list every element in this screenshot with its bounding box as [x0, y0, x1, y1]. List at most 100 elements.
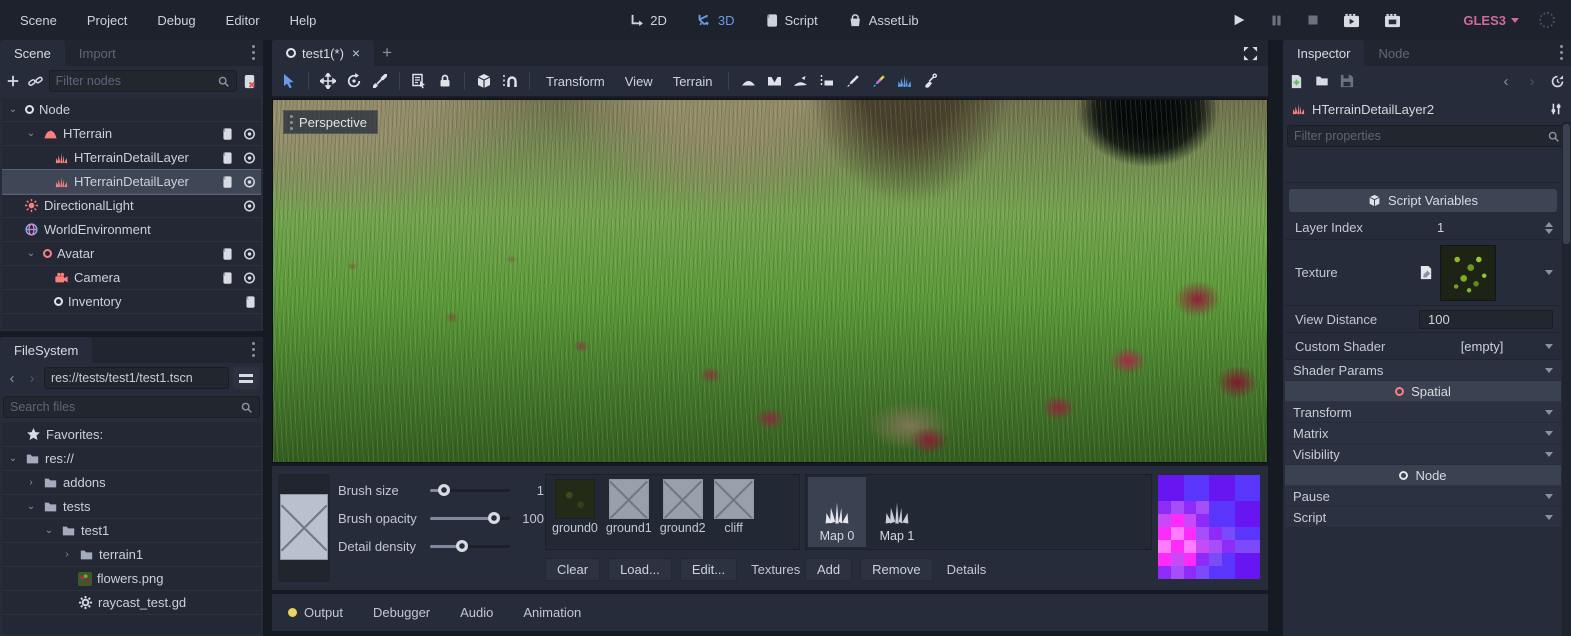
menu-scene[interactable]: Scene	[20, 13, 57, 28]
history-forward-icon[interactable]: ›	[24, 370, 40, 387]
eye-icon[interactable]	[242, 175, 257, 189]
expand-viewport-icon[interactable]	[1243, 46, 1258, 61]
save-resource-icon[interactable]	[1340, 74, 1354, 88]
tab-filesystem[interactable]: FileSystem	[0, 337, 92, 363]
collapse-arrow-icon[interactable]: ⌄	[6, 104, 20, 115]
workspace-assetlib[interactable]: AssetLib	[848, 13, 919, 28]
tree-row-directionallight[interactable]: DirectionalLight	[2, 194, 261, 218]
new-resource-icon[interactable]	[1289, 74, 1304, 89]
texture-item-ground2[interactable]: ground2	[660, 479, 706, 535]
remove-button[interactable]: Remove	[860, 558, 932, 581]
snap-icon[interactable]	[497, 68, 523, 94]
list-select-icon[interactable]	[406, 68, 432, 94]
workspace-script[interactable]: Script	[764, 13, 817, 28]
fs-row-tests[interactable]: ⌄ tests	[2, 495, 261, 519]
scale-tool-icon[interactable]	[367, 68, 393, 94]
dock-menu-icon[interactable]	[246, 43, 261, 62]
history-back-icon[interactable]: ‹	[1498, 73, 1514, 90]
fs-row-flowers-png[interactable]: flowers.png	[2, 567, 261, 591]
fs-row-terrain1[interactable]: › terrain1	[2, 543, 261, 567]
chevron-down-icon[interactable]	[1545, 344, 1553, 349]
color-tool-icon[interactable]	[865, 68, 891, 94]
perspective-menu[interactable]: Perspective	[283, 110, 378, 134]
section-script[interactable]: Script	[1285, 507, 1561, 528]
expand-arrow-icon[interactable]: ›	[24, 477, 38, 488]
layer-index-value[interactable]: 1	[1419, 220, 1444, 235]
brush-opacity-slider[interactable]	[430, 511, 510, 525]
clear-button[interactable]: Clear	[545, 558, 600, 581]
script-icon[interactable]	[244, 295, 257, 309]
grass-tool-icon[interactable]	[891, 68, 917, 94]
dock-menu-icon[interactable]	[1554, 43, 1569, 62]
section-pause[interactable]: Pause	[1285, 486, 1561, 507]
play-icon[interactable]	[1232, 13, 1246, 27]
3d-viewport[interactable]: Perspective	[272, 99, 1268, 463]
details-button[interactable]: Details	[941, 559, 993, 580]
edit-button[interactable]: Edit...	[680, 558, 737, 581]
lock-icon[interactable]	[432, 68, 458, 94]
filter-properties-input[interactable]	[1294, 129, 1547, 143]
tab-scene[interactable]: Scene	[0, 40, 65, 66]
tree-row-camera[interactable]: Camera	[2, 266, 261, 290]
fs-row-favorites[interactable]: Favorites:	[2, 423, 261, 447]
section-matrix[interactable]: Matrix	[1285, 423, 1561, 444]
script-icon[interactable]	[221, 151, 234, 165]
object-tools-icon[interactable]	[1549, 102, 1563, 116]
edit-resource-icon[interactable]	[1419, 265, 1434, 280]
section-visibility[interactable]: Visibility	[1285, 444, 1561, 465]
tree-row-detaillayer2-selected[interactable]: HTerrainDetailLayer	[2, 170, 261, 194]
texture-resource-thumbnail[interactable]	[1440, 245, 1496, 301]
history-forward-icon[interactable]: ›	[1524, 73, 1540, 90]
script-variables-header[interactable]: Script Variables	[1289, 189, 1557, 212]
detail-density-slider[interactable]	[430, 539, 510, 553]
smooth-tool-icon[interactable]	[787, 68, 813, 94]
load-button[interactable]: Load...	[608, 558, 672, 581]
pause-icon[interactable]	[1270, 14, 1283, 27]
section-transform[interactable]: Transform	[1285, 402, 1561, 423]
eye-icon[interactable]	[242, 127, 257, 141]
tab-node[interactable]: Node	[1364, 40, 1423, 66]
display-mode-button[interactable]	[233, 367, 259, 389]
fs-row-res[interactable]: ⌄ res://	[2, 447, 261, 471]
brush-shape-list[interactable]	[278, 474, 330, 582]
renderer-select[interactable]: GLES3	[1463, 0, 1519, 40]
tab-audio[interactable]: Audio	[460, 605, 493, 620]
script-icon[interactable]	[221, 247, 234, 261]
view-menu[interactable]: View	[615, 74, 663, 89]
play-custom-scene-icon[interactable]	[1384, 13, 1401, 28]
script-icon[interactable]	[221, 271, 234, 285]
expand-arrow-icon[interactable]: ›	[60, 549, 74, 560]
raise-tool-icon[interactable]	[735, 68, 761, 94]
move-tool-icon[interactable]	[315, 68, 341, 94]
brush-shape-item[interactable]	[280, 494, 328, 560]
collapse-arrow-icon[interactable]: ⌄	[42, 525, 56, 536]
filter-nodes-input[interactable]	[56, 74, 217, 88]
tree-row-worldenvironment[interactable]: WorldEnvironment	[2, 218, 261, 242]
tab-import[interactable]: Import	[65, 40, 130, 66]
fs-row-test1[interactable]: ⌄ test1	[2, 519, 261, 543]
menu-help[interactable]: Help	[290, 13, 317, 28]
tab-animation[interactable]: Animation	[523, 605, 581, 620]
eye-icon[interactable]	[242, 199, 257, 213]
tree-row-avatar[interactable]: ⌄ Avatar	[2, 242, 261, 266]
dig-tool-icon[interactable]	[917, 68, 943, 94]
eye-icon[interactable]	[242, 151, 257, 165]
workspace-2d[interactable]: 2D	[629, 13, 667, 28]
eye-icon[interactable]	[242, 247, 257, 261]
view-distance-field[interactable]: 100	[1419, 310, 1553, 329]
workspace-3d[interactable]: 3D	[697, 13, 735, 28]
close-tab-icon[interactable]: ×	[352, 45, 360, 61]
add-button[interactable]: Add	[805, 558, 852, 581]
section-shader-params[interactable]: Shader Params	[1285, 360, 1561, 381]
tree-row-inventory[interactable]: Inventory	[2, 290, 261, 314]
history-back-icon[interactable]: ‹	[4, 370, 20, 387]
tree-row-hterrain[interactable]: ⌄ HTerrain	[2, 122, 261, 146]
paint-tool-icon[interactable]	[839, 68, 865, 94]
tree-row-node[interactable]: ⌄ Node	[2, 98, 261, 122]
fs-row-raycast-test-gd[interactable]: raycast_test.gd	[2, 591, 261, 615]
tab-inspector[interactable]: Inspector	[1283, 40, 1364, 66]
script-icon[interactable]	[221, 175, 234, 189]
collapse-arrow-icon[interactable]: ⌄	[24, 248, 38, 259]
chevron-down-icon[interactable]	[1545, 270, 1553, 275]
instance-scene-button[interactable]	[26, 68, 44, 94]
